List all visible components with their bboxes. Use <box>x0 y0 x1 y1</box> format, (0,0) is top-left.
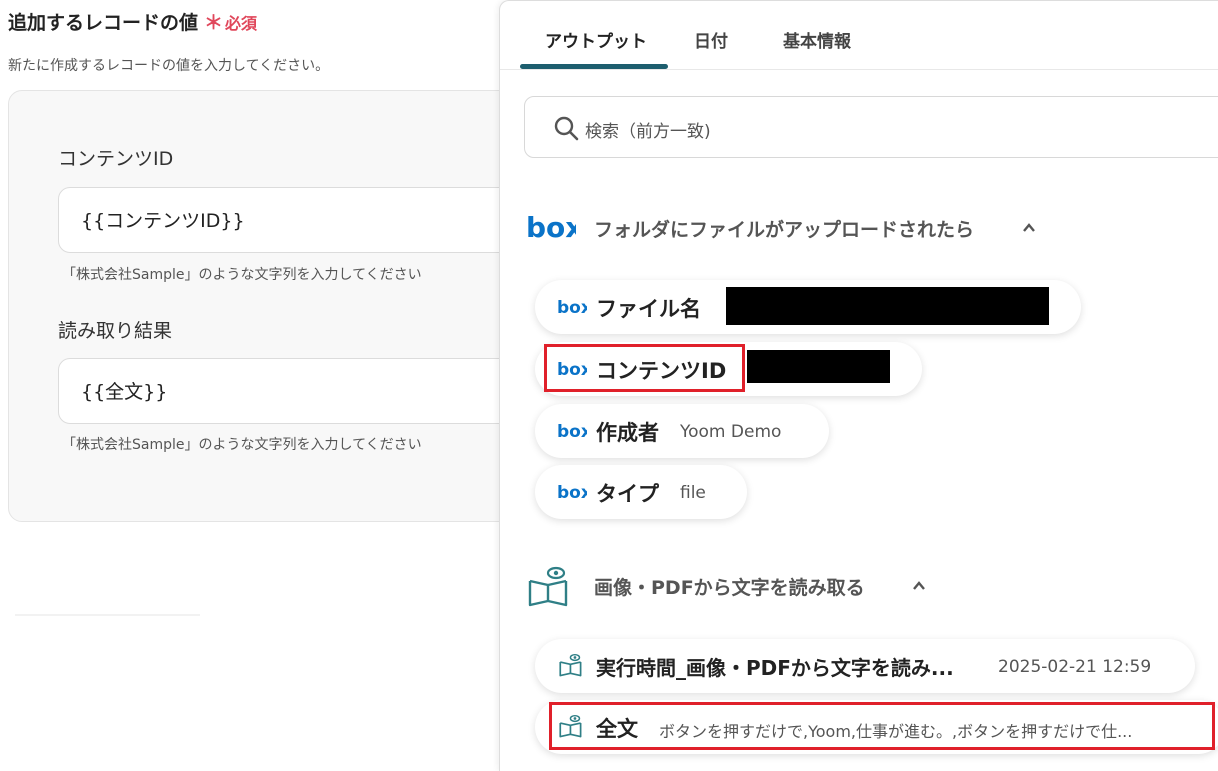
search-placeholder: 検索（前方一致) <box>585 122 711 142</box>
box-icon: box <box>557 483 587 502</box>
output-item-label: ファイル名 <box>596 297 701 321</box>
output-item-label: タイプ <box>596 482 659 506</box>
section-ocr-header[interactable]: 画像・PDFから文字を読み取る <box>526 566 986 607</box>
output-item-label: 実行時間_画像・PDFから文字を読み... <box>596 656 954 680</box>
field-label-content-id: コンテンツID <box>58 148 174 170</box>
field-hint-content-id: 「株式会社Sample」のような文字列を入力してください <box>62 267 422 283</box>
tab-date[interactable]: 日付 <box>694 27 728 52</box>
required-label: 必須 <box>225 14 258 33</box>
box-icon: box <box>557 422 587 441</box>
redacted-value <box>747 350 890 383</box>
output-picker-panel: アウトプット 日付 基本情報 検索（前方一致) box フォルダにファイルがアッ… <box>499 0 1218 771</box>
chevron-up-icon <box>913 581 925 590</box>
active-tab-indicator <box>520 64 668 69</box>
box-logo-icon: box <box>526 211 576 243</box>
output-item-type[interactable]: box タイプ file <box>535 465 747 519</box>
chevron-up-icon <box>1023 223 1035 232</box>
output-item-file-name[interactable]: box ファイル名 <box>535 280 1081 334</box>
search-input[interactable]: 検索（前方一致) <box>524 96 1218 158</box>
svg-text:box: box <box>557 298 587 317</box>
redacted-value <box>726 287 1049 325</box>
highlight-box-content-id <box>544 344 745 392</box>
section-box-header[interactable]: box フォルダにファイルがアップロードされたら <box>526 209 1086 249</box>
output-item-value: file <box>680 483 706 503</box>
form-title: 追加するレコードの値＊必須 <box>8 8 257 35</box>
section-box-title: フォルダにファイルがアップロードされたら <box>594 219 975 241</box>
svg-text:box: box <box>557 483 587 502</box>
tab-bar: アウトプット 日付 基本情報 <box>500 1 1218 70</box>
output-item-creator[interactable]: box 作成者 Yoom Demo <box>535 404 829 458</box>
output-item-label: 作成者 <box>596 421 659 445</box>
output-item-value: 2025-02-21 12:59 <box>998 657 1152 677</box>
box-icon: box <box>557 298 587 317</box>
ocr-book-eye-icon <box>528 566 568 607</box>
form-description: 新たに作成するレコードの値を入力してください。 <box>8 58 330 74</box>
form-title-text: 追加するレコードの値 <box>8 12 199 34</box>
tab-output[interactable]: アウトプット <box>545 27 647 52</box>
required-star: ＊ <box>204 12 224 34</box>
tab-basic-info[interactable]: 基本情報 <box>783 27 851 52</box>
svg-text:box: box <box>557 422 587 441</box>
highlight-box-full-text <box>549 702 1215 750</box>
section-ocr-title: 画像・PDFから文字を読み取る <box>594 577 865 599</box>
output-item-value: Yoom Demo <box>680 422 782 442</box>
divider <box>15 614 200 616</box>
output-item-exec-time[interactable]: 実行時間_画像・PDFから文字を読み... 2025-02-21 12:59 <box>535 639 1195 693</box>
field-label-ocr-result: 読み取り結果 <box>58 320 173 342</box>
field-hint-ocr-result: 「株式会社Sample」のような文字列を入力してください <box>62 437 422 453</box>
box-logo-text: box <box>526 211 576 243</box>
ocr-book-eye-icon <box>559 653 582 677</box>
search-icon <box>554 116 579 141</box>
